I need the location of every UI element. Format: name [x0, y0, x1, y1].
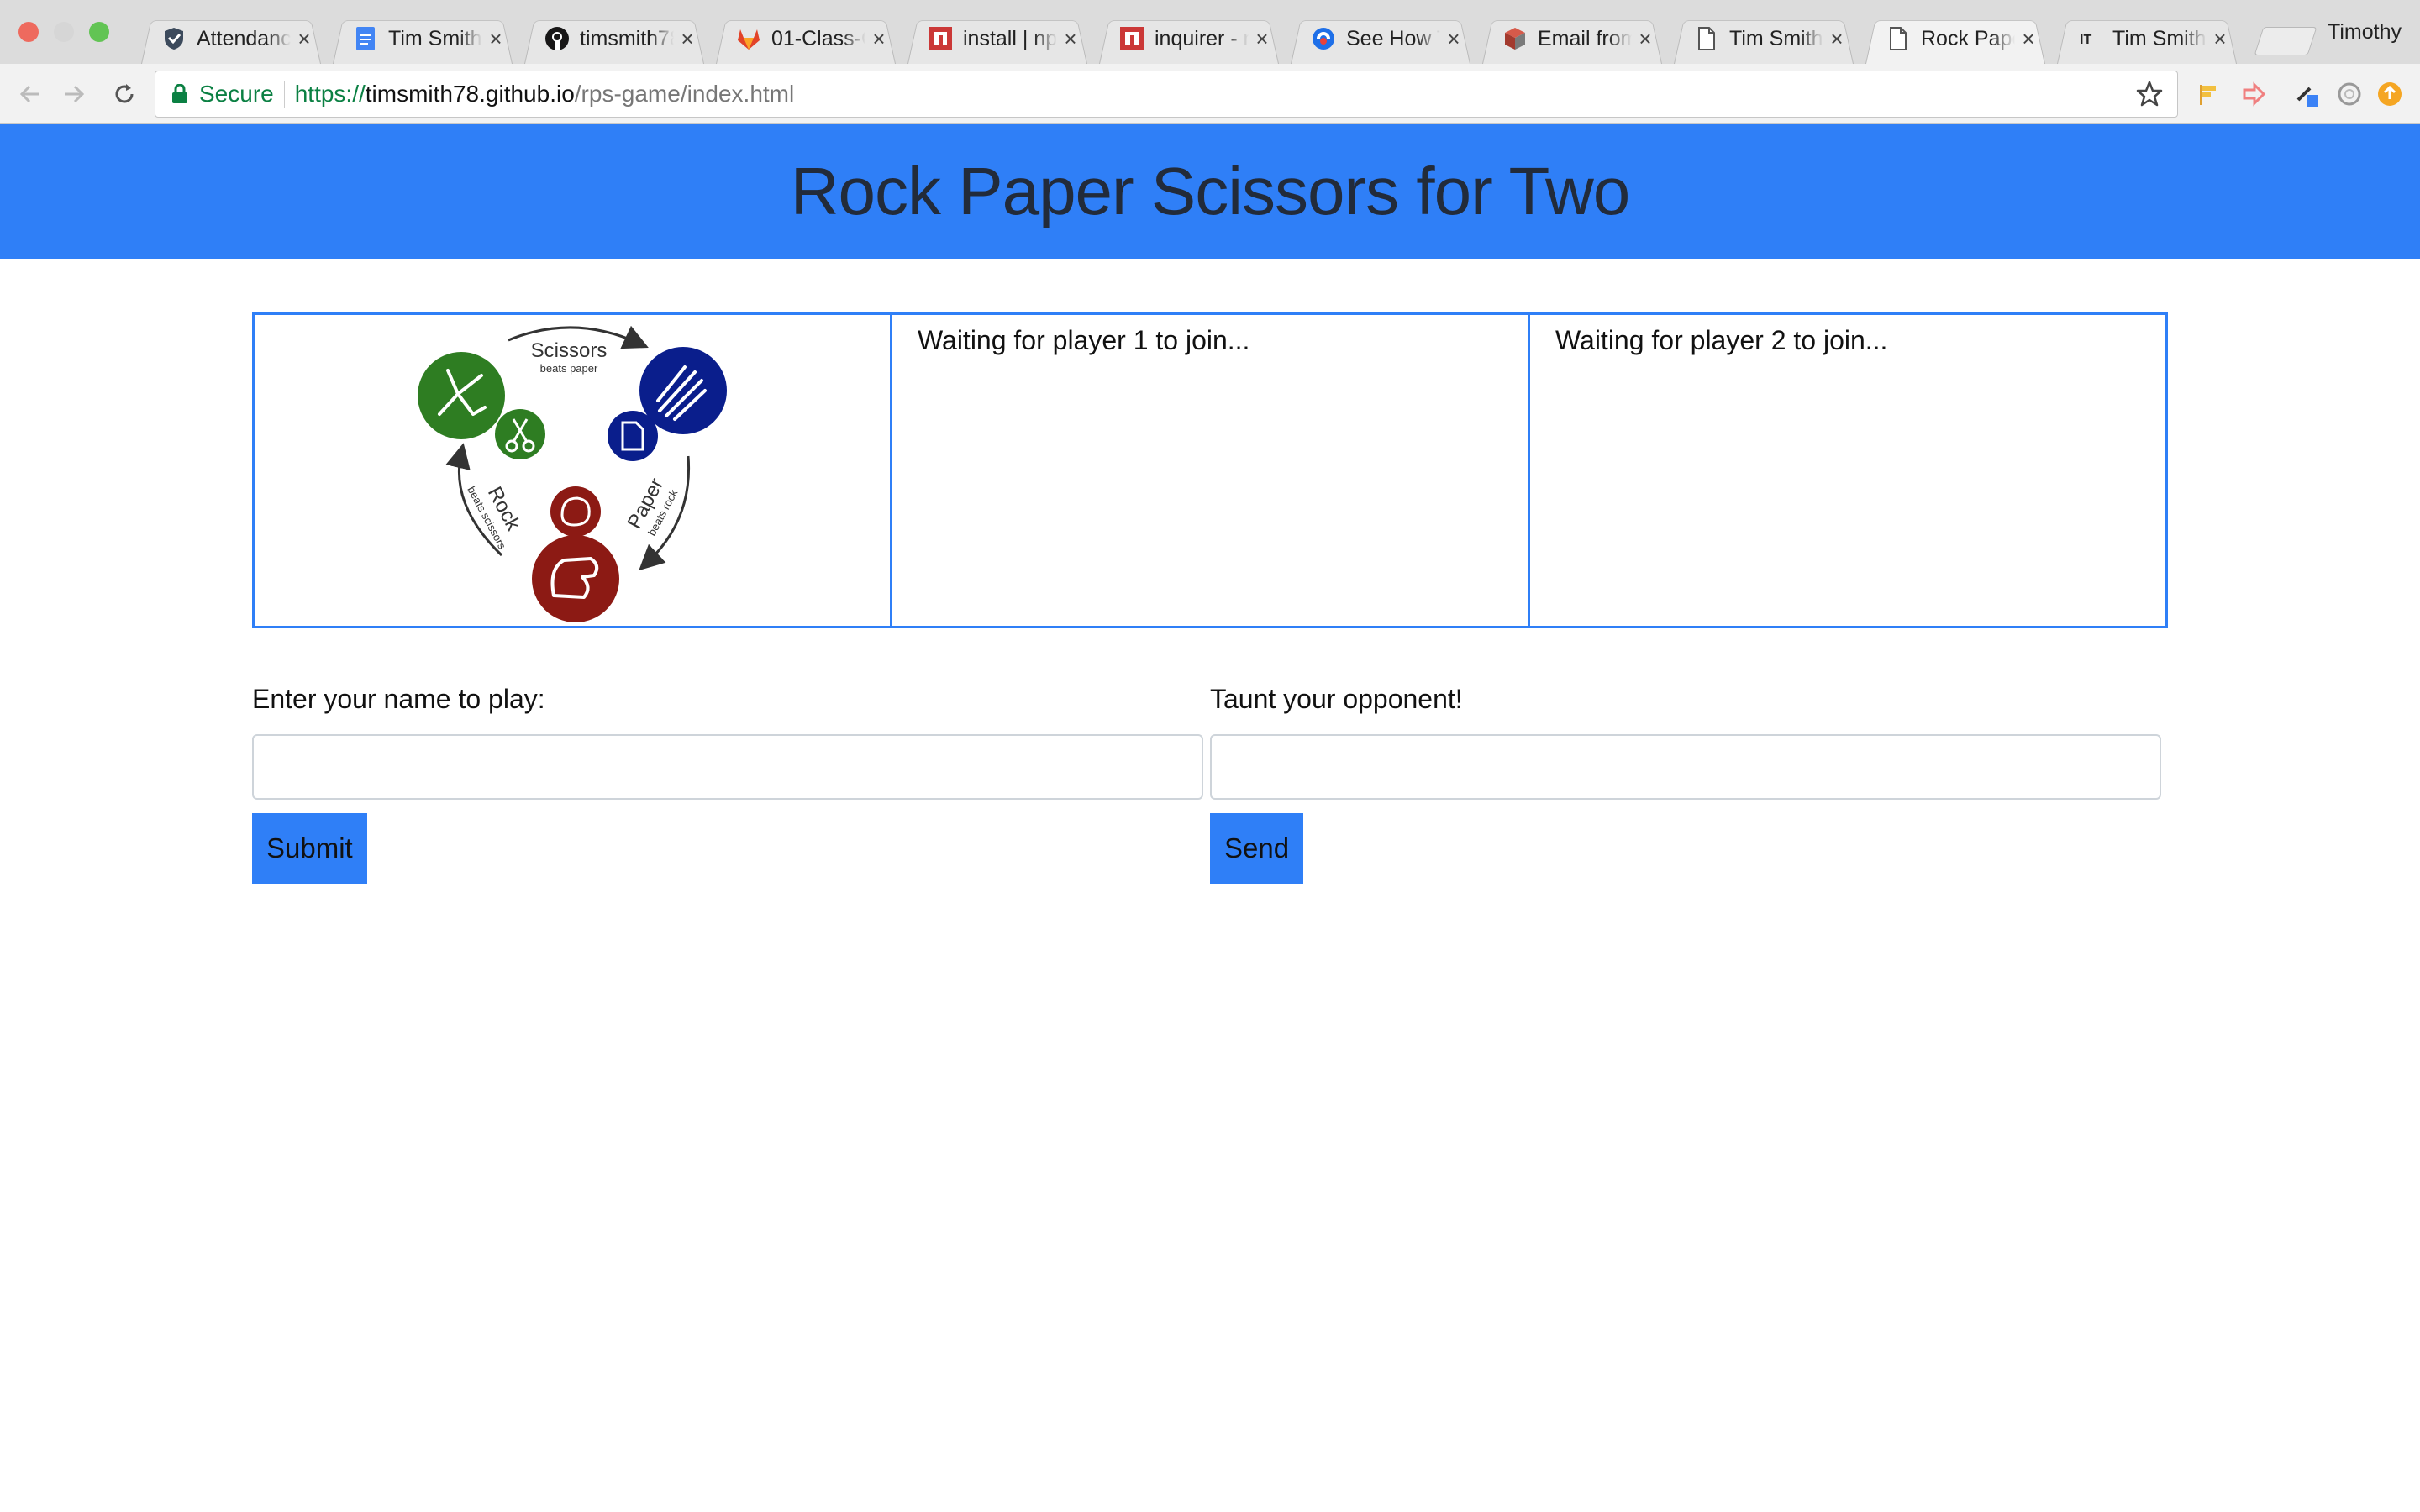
tab-close-icon[interactable]: × [869, 26, 889, 52]
forward-button[interactable] [59, 79, 89, 109]
tab-title: Tim Smith [2112, 26, 2207, 50]
tab-title: Attendance [197, 26, 291, 50]
browser-tab[interactable]: install | npm × [901, 13, 1094, 64]
browser-tab-strip: Attendance × Tim Smith's × timsmith78 × … [0, 0, 2420, 64]
send-button[interactable]: Send [1210, 813, 1304, 884]
google-docs-icon [353, 26, 378, 51]
browser-tab[interactable]: Email from × [1476, 13, 1669, 64]
tab-title: Tim Smith's [388, 26, 482, 50]
tab-title: inquirer - npm [1155, 26, 1249, 50]
zoom-window-button[interactable] [89, 22, 109, 42]
tab-close-icon[interactable]: × [677, 26, 697, 52]
page-header: Rock Paper Scissors for Two [0, 124, 2420, 259]
tab-title: 01-Class-C [771, 26, 865, 50]
browser-tab-active[interactable]: Rock Paper × [1859, 13, 2052, 64]
browser-tab[interactable]: See How T × [1284, 13, 1477, 64]
tab-close-icon[interactable]: × [2210, 26, 2230, 52]
page-icon [1886, 26, 1911, 51]
address-separator [283, 81, 285, 108]
tab-close-icon[interactable]: × [2018, 26, 2039, 52]
swirl-icon [1311, 26, 1336, 51]
tab-title: Rock Paper [1921, 26, 2015, 50]
rps-diagram-panel: Scissors beats paper Rock beats scissors… [255, 315, 892, 626]
scissors-icon [495, 409, 545, 459]
browser-tab[interactable]: Tim Smith's × [326, 13, 519, 64]
player1-panel: Waiting for player 1 to join... [892, 315, 1530, 626]
browser-tab[interactable]: timsmith78 × [518, 13, 711, 64]
tab-close-icon[interactable]: × [1060, 26, 1081, 52]
extension-update-icon[interactable] [2375, 79, 2405, 109]
name-label: Enter your name to play: [252, 684, 545, 714]
rock-stone-icon [550, 486, 601, 537]
reload-button[interactable] [109, 79, 139, 109]
tab-close-icon[interactable]: × [1444, 26, 1464, 52]
paper-sheet-icon [608, 411, 658, 461]
tab-title: install | npm [963, 26, 1057, 50]
bookmark-star-icon[interactable] [2135, 80, 2164, 108]
browser-tab[interactable]: Attendance × [134, 13, 328, 64]
scissors-sublabel: beats paper [540, 362, 598, 375]
rock-paper-scissors-diagram: Scissors beats paper Rock beats scissors… [418, 325, 727, 622]
browser-tab[interactable]: 01-Class-C × [709, 13, 902, 64]
player2-panel: Waiting for player 2 to join... [1530, 315, 2165, 626]
extension-flag-icon[interactable] [2193, 79, 2223, 109]
scissors-hand-icon [418, 352, 505, 439]
secure-label: Secure [199, 81, 274, 107]
tab-close-icon[interactable]: × [1635, 26, 1655, 52]
url-host: timsmith78.github.io [365, 81, 575, 107]
browser-tab[interactable]: inquirer - npm × [1092, 13, 1286, 64]
name-form: Enter your name to play: Submit [252, 680, 1203, 884]
page-icon [1694, 26, 1719, 51]
tab-title: timsmith78 [580, 26, 674, 50]
tab-close-icon[interactable]: × [1252, 26, 1272, 52]
lock-icon [172, 84, 187, 103]
cube-icon [1502, 26, 1528, 51]
svg-text:IT: IT [2080, 33, 2091, 47]
extension-arrow-icon[interactable] [2238, 79, 2269, 109]
tab-title: Email from [1538, 26, 1632, 50]
tab-close-icon[interactable]: × [294, 26, 314, 52]
player1-status: Waiting for player 1 to join... [918, 325, 1250, 355]
taunt-input[interactable] [1210, 734, 2161, 800]
scissors-label: Scissors [531, 339, 608, 362]
taunt-label: Taunt your opponent! [1210, 684, 1463, 714]
url-path: /rps-game/index.html [574, 81, 795, 107]
browser-tab[interactable]: Tim Smith × [1667, 13, 1860, 64]
back-button[interactable] [15, 79, 45, 109]
arrow-left-icon [19, 85, 39, 103]
player2-status: Waiting for player 2 to join... [1555, 325, 1888, 355]
game-panels: Scissors beats paper Rock beats scissors… [252, 312, 2168, 628]
rock-fist-icon [532, 535, 619, 622]
arrow-right-icon [65, 85, 85, 103]
profile-name[interactable]: Timothy [2328, 20, 2402, 45]
extension-circle-icon[interactable] [2334, 79, 2365, 109]
tab-close-icon[interactable]: × [486, 26, 506, 52]
gitlab-icon [736, 26, 761, 51]
reload-icon [115, 84, 134, 103]
submit-button[interactable]: Submit [252, 813, 367, 884]
it-icon: IT [2077, 26, 2102, 51]
new-tab-button[interactable] [2254, 27, 2317, 55]
npm-icon [1119, 26, 1144, 51]
npm-icon [928, 26, 953, 51]
address-bar[interactable]: Secure https:// timsmith78.github.io /rp… [155, 71, 2178, 118]
tab-close-icon[interactable]: × [1827, 26, 1847, 52]
name-input[interactable] [252, 734, 1203, 800]
browser-toolbar: Secure https:// timsmith78.github.io /rp… [0, 64, 2420, 124]
github-icon [544, 26, 570, 51]
close-window-button[interactable] [18, 22, 39, 42]
tab-title: See How T [1346, 26, 1440, 50]
minimize-window-button[interactable] [54, 22, 74, 42]
tab-title: Tim Smith [1729, 26, 1823, 50]
browser-tab[interactable]: IT Tim Smith × [2050, 13, 2244, 64]
page-title: Rock Paper Scissors for Two [790, 154, 1631, 228]
taunt-form: Taunt your opponent! Send [1210, 680, 2161, 884]
extension-eyedropper-icon[interactable] [2292, 79, 2323, 109]
url-scheme: https:// [294, 81, 366, 107]
shield-check-icon [161, 26, 187, 51]
